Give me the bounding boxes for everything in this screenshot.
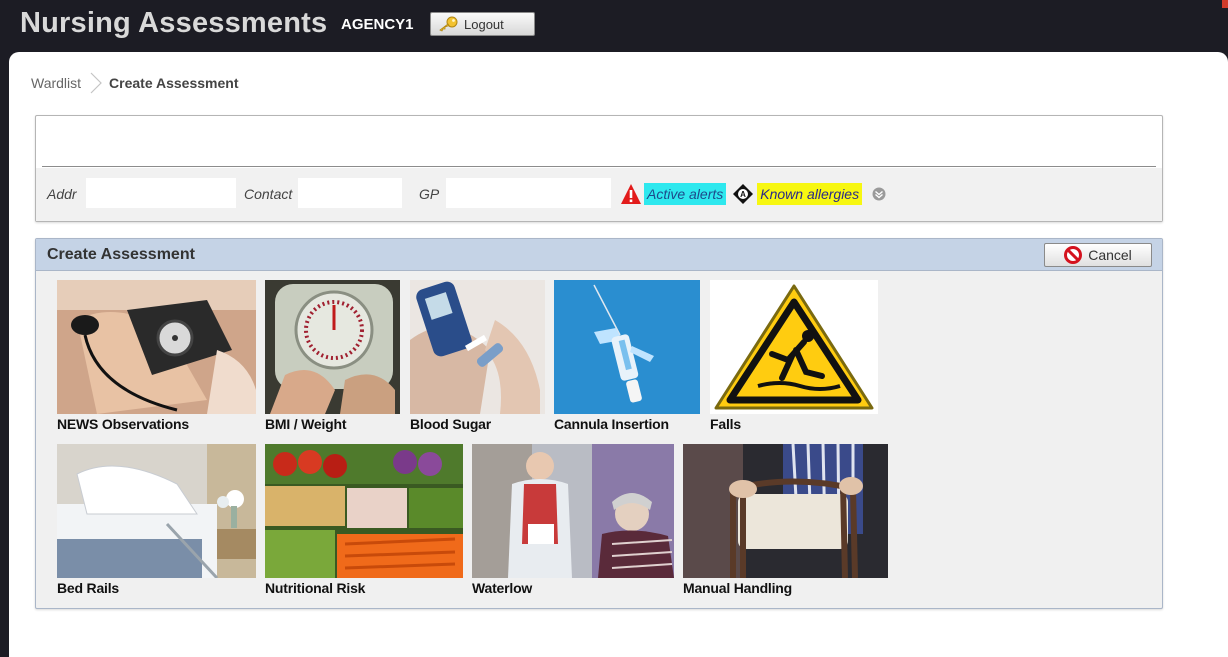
key-icon: [439, 16, 458, 32]
allergy-icon: A: [733, 184, 754, 204]
tile-bmi-weight[interactable]: BMI / Weight: [265, 280, 403, 435]
app-title: Nursing Assessments: [20, 7, 328, 39]
window-edge: [0, 0, 9, 657]
tile-blood-sugar[interactable]: Blood Sugar: [410, 280, 548, 435]
known-allergies-badge[interactable]: Known allergies: [757, 183, 863, 205]
hospital-bed-icon: [57, 444, 256, 578]
slip-warning-icon: [710, 280, 878, 414]
cancel-icon: [1064, 246, 1083, 264]
tile-label: Nutritional Risk: [265, 580, 366, 596]
gp-label: GP: [419, 186, 440, 202]
expand-chevron-icon[interactable]: [872, 187, 886, 201]
contact-label: Contact: [244, 186, 293, 202]
tile-news-observations[interactable]: NEWS Observations: [57, 280, 257, 435]
breadcrumb-current: Create Assessment: [109, 75, 239, 91]
panel-title: Create Assessment: [47, 246, 195, 263]
nurse-patient-icon: [472, 444, 674, 578]
tile-bed-rails[interactable]: Bed Rails: [57, 444, 257, 599]
tile-label: Manual Handling: [683, 580, 793, 596]
active-alerts-badge[interactable]: Active alerts: [644, 183, 727, 205]
tile-label: BMI / Weight: [265, 416, 347, 432]
glucose-meter-icon: [410, 280, 545, 414]
cannula-icon: [554, 280, 700, 414]
logout-button[interactable]: Logout: [430, 12, 535, 36]
tile-label: Cannula Insertion: [554, 416, 669, 432]
breadcrumb-chevron-icon: [90, 72, 102, 94]
panel-header: Create Assessment Cancel: [36, 239, 1162, 271]
gp-value: [446, 178, 611, 208]
tile-cannula-insertion[interactable]: Cannula Insertion: [554, 280, 704, 435]
blood-pressure-icon: [57, 280, 256, 414]
create-assessment-panel: Create Assessment Cancel NEWS Observatio…: [35, 238, 1163, 609]
walking-frame-icon: [683, 444, 888, 578]
cancel-label: Cancel: [1088, 247, 1132, 263]
tile-label: Bed Rails: [57, 580, 119, 596]
tile-nutritional-risk[interactable]: Nutritional Risk: [265, 444, 465, 599]
tile-label: Falls: [710, 416, 741, 432]
addr-label: Addr: [47, 186, 77, 202]
vegetables-icon: [265, 444, 463, 578]
divider: [42, 166, 1156, 167]
breadcrumb-wardlist[interactable]: Wardlist: [31, 74, 81, 92]
tile-label: NEWS Observations: [57, 416, 189, 432]
corner-mark: [1222, 0, 1228, 8]
breadcrumb: Wardlist Create Assessment: [31, 72, 239, 94]
tile-label: Waterlow: [472, 580, 533, 596]
tile-label: Blood Sugar: [410, 416, 492, 432]
tile-waterlow[interactable]: Waterlow: [472, 444, 677, 599]
tile-falls[interactable]: Falls: [710, 280, 880, 435]
alert-warning-icon: [621, 184, 641, 204]
alerts-strip: Active alerts A Known allergies: [620, 182, 886, 206]
patient-banner: Addr Contact GP Active alerts A Known al…: [35, 115, 1163, 222]
weighing-scale-icon: [265, 280, 400, 414]
cancel-button[interactable]: Cancel: [1044, 243, 1152, 267]
svg-text:A: A: [740, 190, 746, 199]
addr-value: [86, 178, 236, 208]
tile-manual-handling[interactable]: Manual Handling: [683, 444, 893, 599]
contact-value: [298, 178, 402, 208]
logout-label: Logout: [464, 16, 504, 32]
agency-name: AGENCY1: [341, 16, 414, 33]
